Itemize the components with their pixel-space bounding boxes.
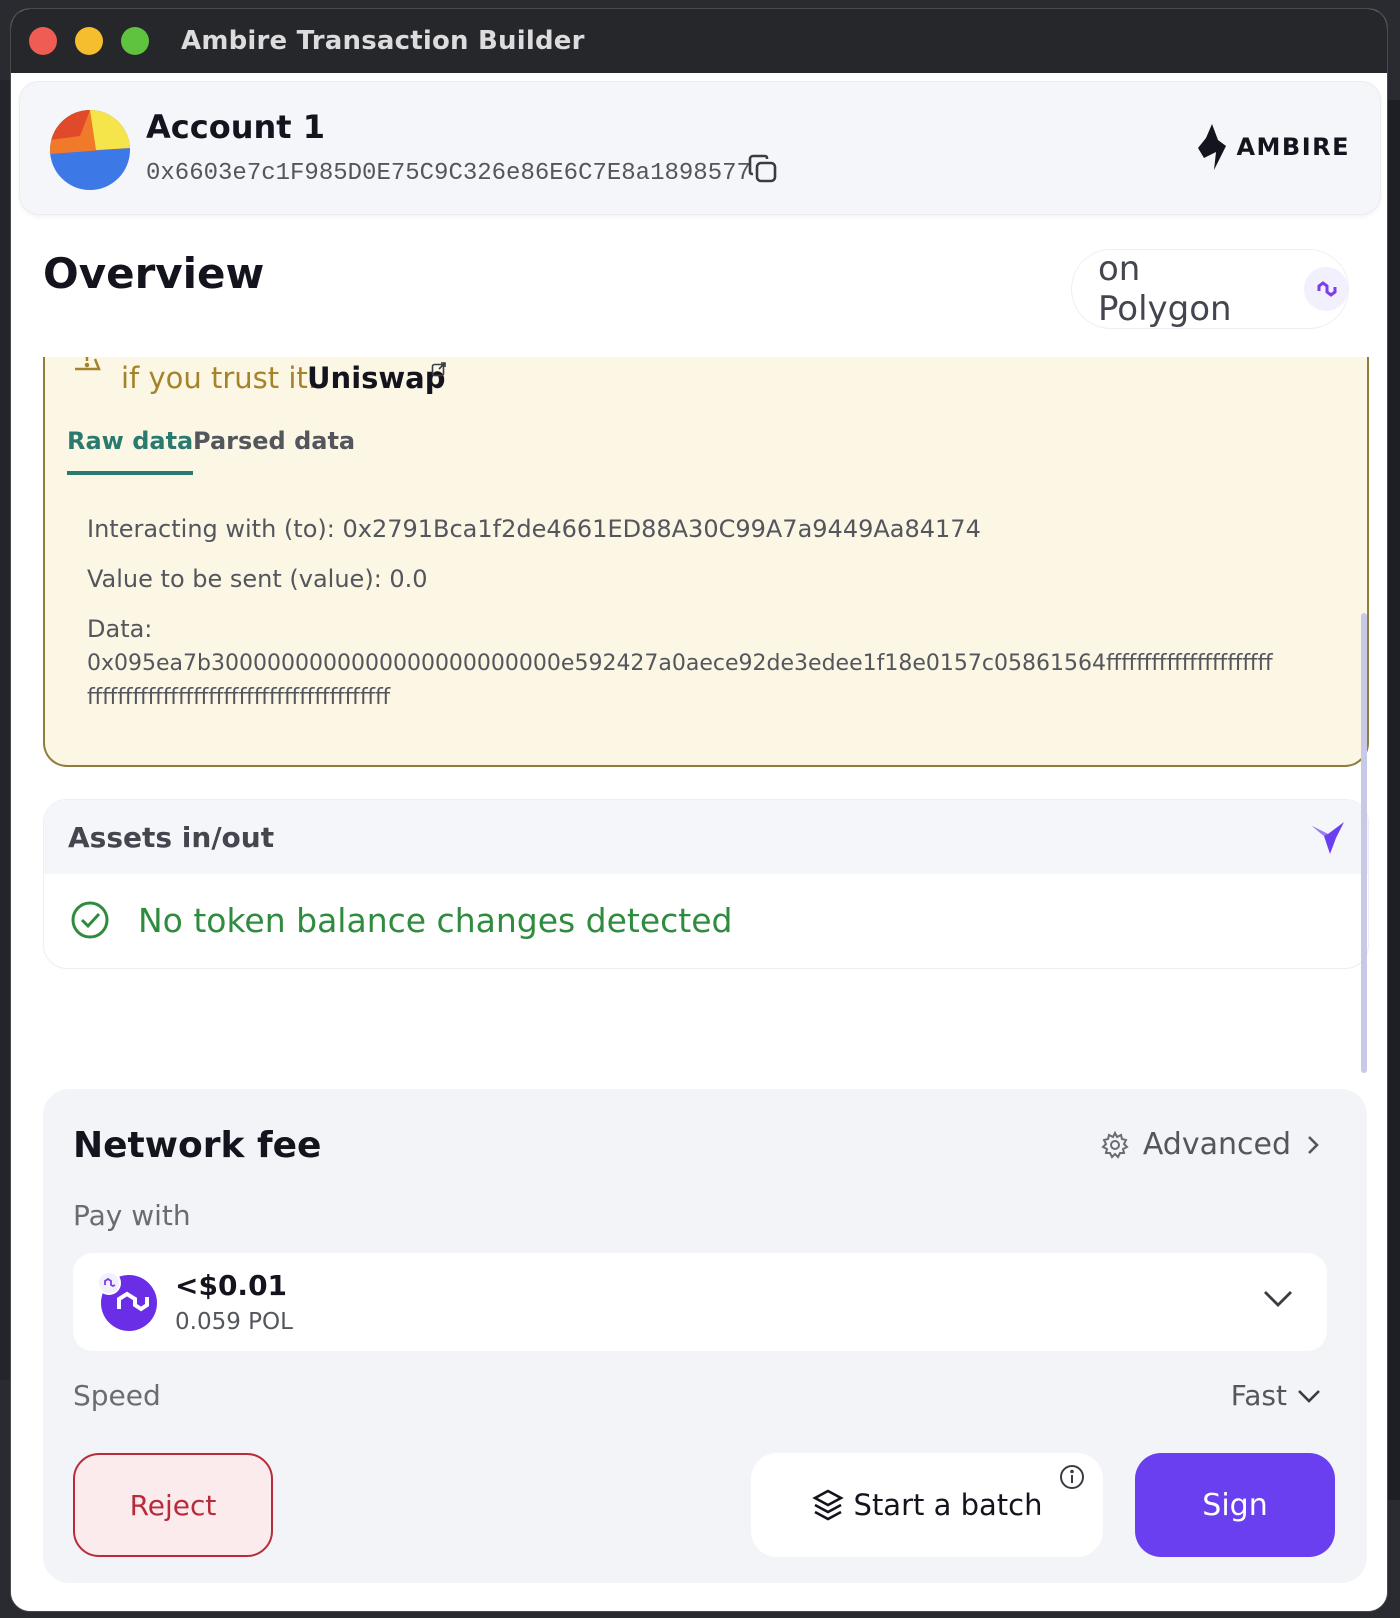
start-batch-button[interactable]: Start a batch: [751, 1453, 1103, 1557]
transaction-details-scroll[interactable]: if you trust it. Uniswap Raw data Parsed…: [11, 357, 1387, 1057]
background-window-edge: [1386, 100, 1400, 1500]
check-circle-icon: [71, 901, 109, 939]
sign-button[interactable]: Sign: [1135, 1453, 1335, 1557]
fee-token-amount: 0.059 POL: [175, 1309, 293, 1335]
background-desktop: [0, 80, 10, 1380]
ambire-logo: AMBIRE: [1196, 124, 1350, 170]
account-header: Account 1 0x6603e7c1F985D0E75C9C326e86E6…: [19, 81, 1381, 215]
pay-with-label: Pay with: [73, 1199, 191, 1232]
scrollbar[interactable]: [1361, 613, 1367, 1073]
speed-value: Fast: [1230, 1379, 1287, 1412]
no-balance-changes: No token balance changes detected: [70, 900, 733, 940]
network-label: on Polygon: [1098, 249, 1232, 329]
chevron-down-icon[interactable]: [1263, 1289, 1293, 1314]
simulation-provider-icon: [1310, 818, 1346, 861]
advanced-label: Advanced: [1142, 1127, 1291, 1162]
network-badge: on Polygon: [1071, 249, 1349, 329]
tab-parsed-data[interactable]: Parsed data: [193, 427, 355, 471]
dapp-link[interactable]: Uniswap: [307, 361, 446, 395]
advanced-button[interactable]: Advanced: [1101, 1127, 1321, 1162]
pol-token-icon: [97, 1271, 157, 1331]
polygon-icon: [1304, 267, 1348, 311]
assets-title: Assets in/out: [68, 820, 275, 854]
warning-text: if you trust it.: [121, 361, 318, 395]
chevron-right-icon: [1308, 1135, 1319, 1154]
assets-header: Assets in/out: [44, 800, 1368, 874]
interacting-with-line: Interacting with (to): 0x2791Bca1f2de466…: [87, 515, 981, 543]
network-fee-card: Network fee Advanced Pay with <$0.01 0.0…: [43, 1089, 1367, 1583]
account-avatar: [50, 110, 130, 190]
info-icon[interactable]: [1059, 1463, 1085, 1497]
page-title: Overview: [43, 249, 265, 298]
start-batch-label: Start a batch: [853, 1488, 1043, 1522]
copy-icon[interactable]: [746, 152, 780, 186]
fee-usd-value: <$0.01: [175, 1269, 288, 1302]
fee-token-select[interactable]: <$0.01 0.059 POL: [73, 1253, 1327, 1351]
value-line: Value to be sent (value): 0.0: [87, 565, 428, 593]
close-window-button[interactable]: [29, 27, 57, 55]
main-content: Account 1 0x6603e7c1F985D0E75C9C326e86E6…: [11, 73, 1387, 1611]
window-title: Ambire Transaction Builder: [181, 26, 585, 56]
chevron-down-icon: [1298, 1389, 1320, 1403]
title-bar: Ambire Transaction Builder: [11, 9, 1387, 73]
external-link-icon[interactable]: [431, 361, 447, 382]
account-name: Account 1: [146, 108, 325, 146]
maximize-window-button[interactable]: [121, 27, 149, 55]
calldata-value: 0x095ea7b3000000000000000000000000e59242…: [87, 651, 1273, 710]
minimize-window-button[interactable]: [75, 27, 103, 55]
trust-warning-box: if you trust it. Uniswap Raw data Parsed…: [43, 357, 1369, 767]
reject-button[interactable]: Reject: [73, 1453, 273, 1557]
assets-in-out-card: Assets in/out No token balance changes d…: [43, 799, 1369, 969]
tab-raw-data[interactable]: Raw data: [67, 427, 194, 475]
ambire-flame-icon: [1198, 124, 1227, 170]
account-address: 0x6603e7c1F985D0E75C9C326e86E6C7E8a18985…: [146, 160, 751, 187]
warning-icon: [71, 357, 103, 376]
brand-name: AMBIRE: [1236, 133, 1350, 161]
speed-select[interactable]: Fast: [1231, 1379, 1321, 1412]
data-label: Data:: [87, 615, 153, 643]
network-fee-title: Network fee: [73, 1125, 322, 1166]
app-window: Ambire Transaction Builder Account 1 0x6…: [10, 8, 1388, 1612]
no-changes-text: No token balance changes detected: [138, 900, 733, 940]
speed-label: Speed: [73, 1379, 161, 1412]
layers-icon: [811, 1489, 844, 1521]
gear-icon: [1101, 1130, 1129, 1159]
